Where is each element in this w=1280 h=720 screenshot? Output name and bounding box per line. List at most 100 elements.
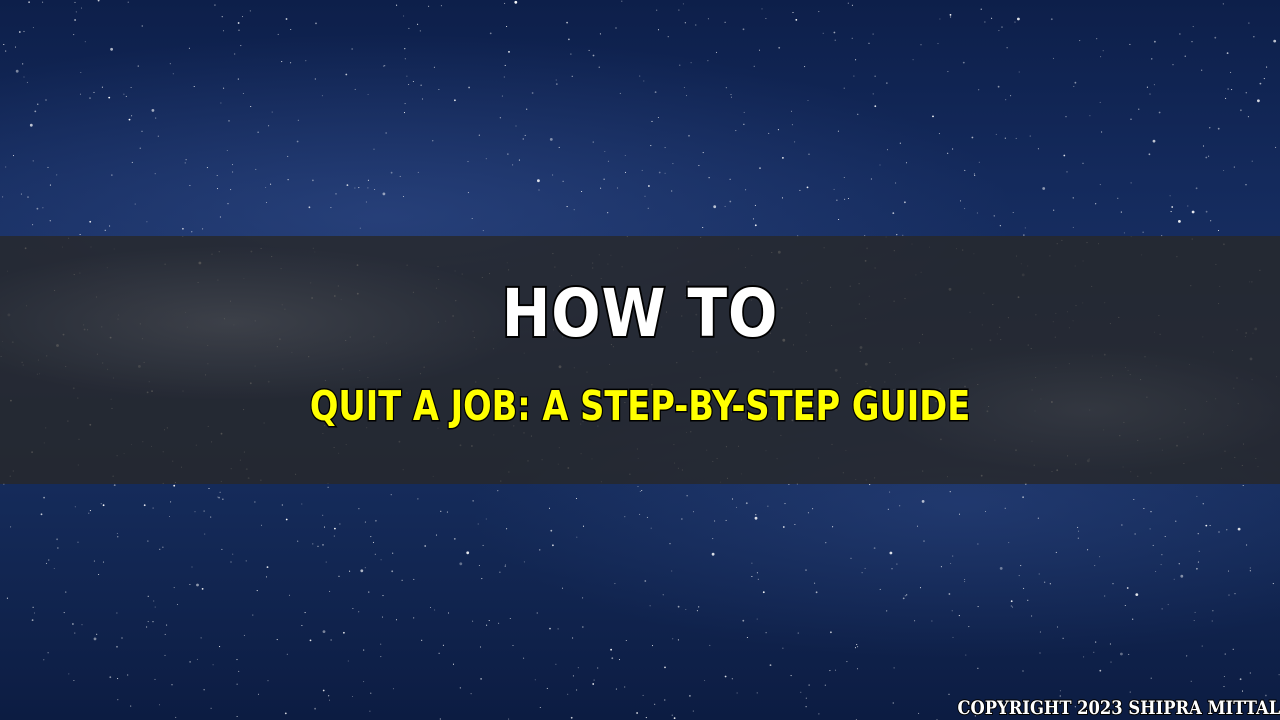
star — [147, 621, 149, 623]
starfield-background: HOW TO QUIT A JOB: A STEP-BY-STEP GUIDE … — [0, 0, 1280, 720]
star — [116, 645, 118, 648]
star — [1123, 232, 1125, 234]
star — [1153, 84, 1155, 86]
star — [45, 562, 48, 564]
star — [615, 27, 617, 29]
star — [220, 102, 222, 104]
star — [649, 605, 651, 607]
star — [604, 150, 606, 153]
star — [472, 620, 474, 622]
star — [950, 562, 952, 565]
star — [127, 674, 129, 676]
star — [792, 11, 794, 14]
star — [998, 30, 1000, 32]
star — [384, 65, 386, 67]
star — [843, 87, 845, 89]
star — [31, 619, 34, 621]
star — [404, 103, 406, 105]
star — [312, 179, 314, 182]
star — [514, 0, 518, 4]
star — [664, 172, 666, 174]
star — [503, 76, 505, 78]
star — [1246, 544, 1248, 546]
star — [804, 66, 806, 68]
star — [32, 160, 34, 162]
star — [1273, 39, 1277, 43]
star — [1245, 92, 1247, 94]
star — [1278, 674, 1280, 676]
star — [872, 93, 874, 95]
star — [447, 612, 450, 614]
star — [557, 628, 559, 630]
star — [6, 597, 8, 599]
star — [482, 230, 484, 232]
star — [339, 523, 341, 525]
star — [1209, 127, 1211, 129]
star — [1272, 583, 1274, 585]
star — [921, 500, 925, 503]
star — [887, 508, 889, 510]
star — [470, 693, 472, 695]
star — [1001, 26, 1003, 28]
star — [322, 689, 325, 692]
star — [662, 594, 664, 596]
star — [479, 646, 482, 648]
star — [696, 610, 698, 612]
star — [364, 521, 366, 523]
star — [1126, 587, 1129, 589]
star — [1247, 116, 1249, 118]
star — [301, 503, 303, 505]
star — [977, 543, 979, 545]
star — [999, 567, 1003, 570]
star — [287, 155, 289, 157]
star — [592, 683, 595, 685]
star — [101, 86, 103, 88]
star — [698, 606, 700, 608]
star — [1022, 670, 1024, 672]
star — [1208, 155, 1210, 157]
star — [548, 507, 551, 509]
star — [684, 22, 686, 24]
star — [151, 109, 155, 112]
star — [947, 71, 949, 73]
star — [899, 142, 901, 144]
star — [1227, 570, 1230, 572]
star — [440, 5, 442, 7]
star — [201, 588, 204, 590]
star — [1099, 184, 1101, 186]
star — [977, 667, 979, 669]
star — [891, 568, 893, 570]
star — [639, 490, 641, 493]
star — [97, 0, 100, 2]
star — [518, 159, 520, 161]
star — [645, 717, 647, 719]
star — [18, 31, 21, 33]
star — [1205, 156, 1208, 159]
star — [504, 565, 506, 567]
star — [1251, 160, 1253, 162]
star — [130, 86, 132, 89]
star — [1233, 166, 1235, 168]
star — [169, 63, 171, 65]
star — [363, 649, 365, 651]
star — [759, 167, 761, 170]
star — [1201, 69, 1203, 71]
star — [218, 496, 221, 499]
star — [1117, 197, 1119, 199]
star — [403, 15, 405, 17]
star — [1151, 58, 1153, 60]
star — [526, 108, 528, 110]
star — [296, 140, 299, 143]
star — [753, 65, 755, 67]
star — [834, 39, 836, 41]
star — [1180, 574, 1184, 578]
star — [238, 670, 240, 672]
star — [111, 174, 113, 176]
star — [950, 16, 952, 18]
star — [380, 643, 382, 645]
star — [958, 615, 960, 617]
star — [573, 209, 575, 211]
star — [74, 1, 76, 3]
star — [1095, 641, 1097, 643]
star — [43, 659, 45, 661]
